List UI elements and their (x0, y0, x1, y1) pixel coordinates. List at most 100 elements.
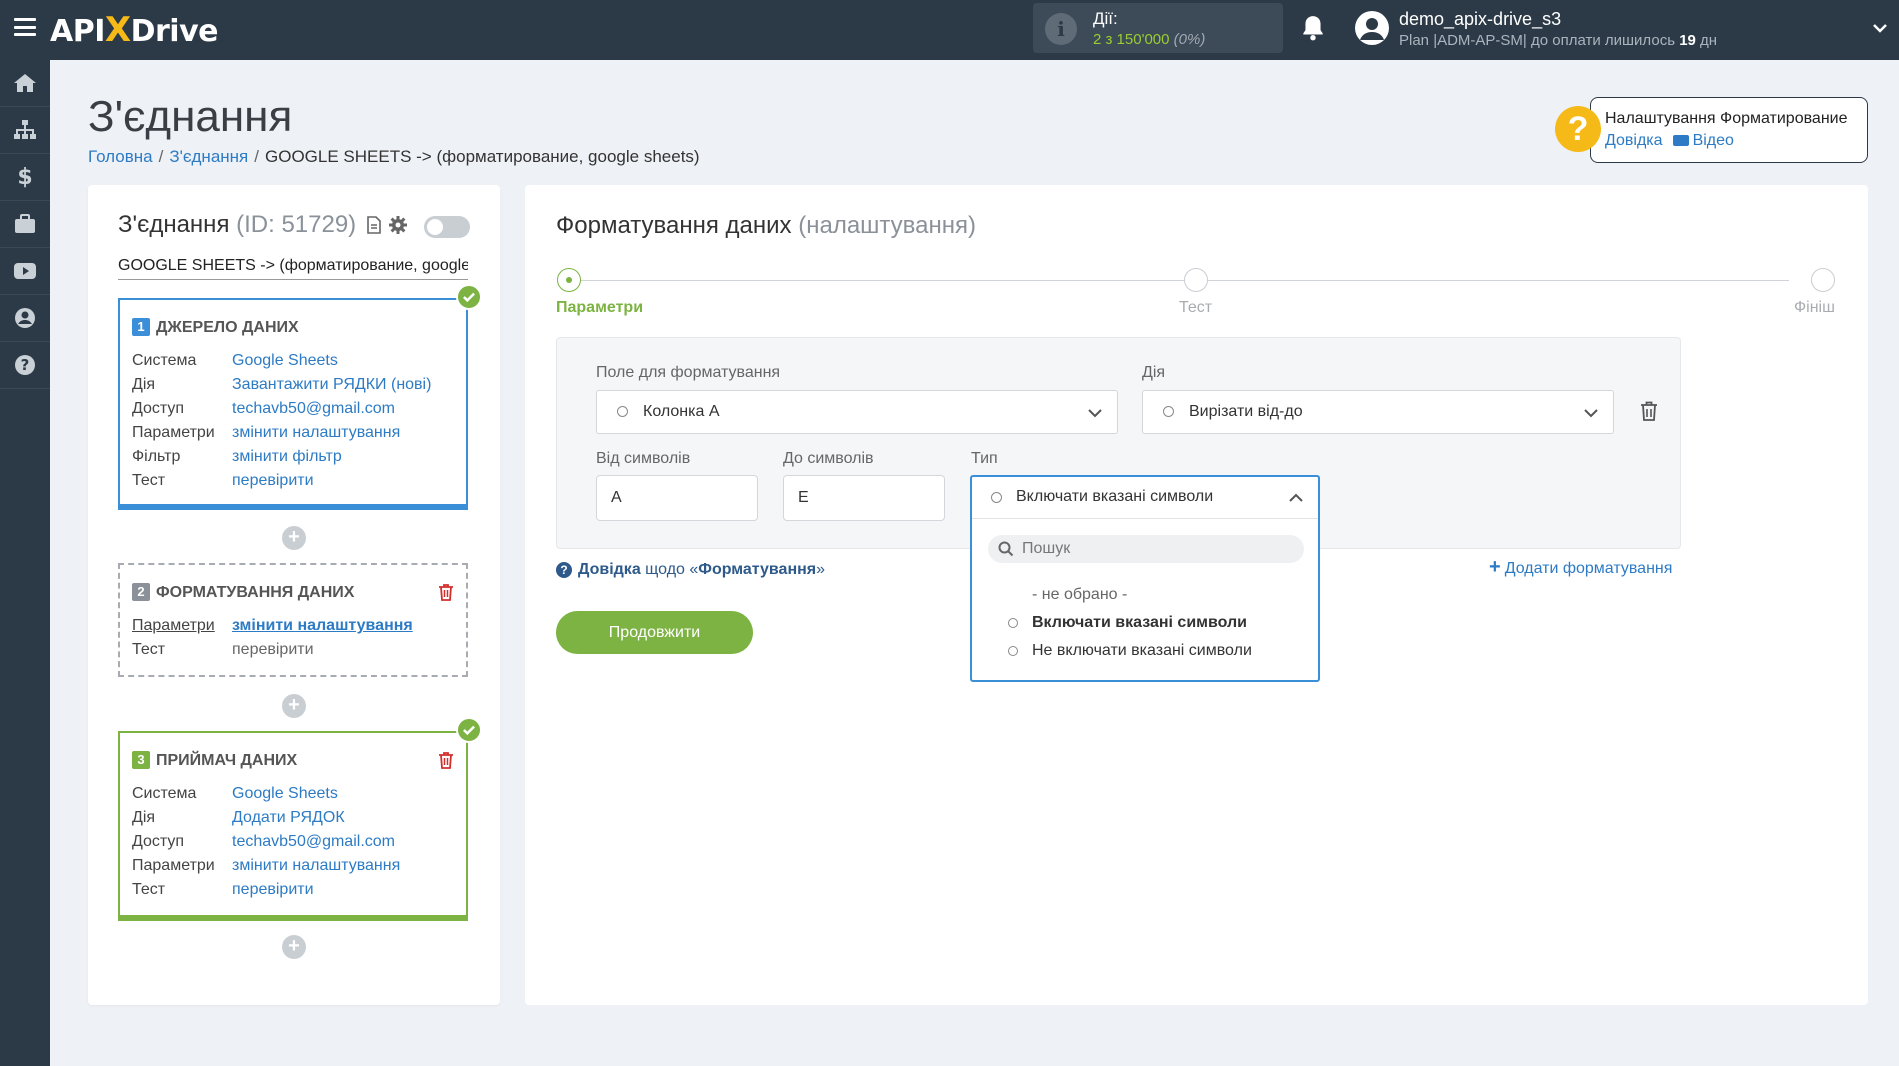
step-params-dot[interactable] (557, 268, 581, 292)
add-step-button[interactable]: + (282, 694, 306, 718)
from-input[interactable]: A (596, 475, 758, 521)
field-label: Поле для форматування (596, 364, 781, 381)
info-icon: i (1045, 13, 1077, 45)
home-icon (14, 74, 36, 92)
actions-count: 2 з 150'000 (0%) (1093, 31, 1206, 48)
sidebar-item-account[interactable] (0, 295, 50, 342)
page-title: З'єднання (88, 92, 293, 141)
breadcrumb-current: GOOGLE SHEETS -> (форматирование, google… (265, 147, 700, 166)
video-link[interactable]: Відео (1693, 132, 1734, 149)
list-item: Дія Додати РЯДОК (132, 809, 345, 826)
progress-line (569, 280, 1789, 281)
add-formatting-button[interactable]: + Додати форматування (1489, 556, 1672, 579)
question-icon: ? (556, 562, 572, 578)
list-item: Параметри змінити налаштування (132, 424, 401, 441)
source-header: 1 ДЖЕРЕЛО ДАНИХ (132, 318, 299, 337)
receiver-block: 3 ПРИЙМАЧ ДАНИХ Система Google Sheets Дія Д… (118, 731, 468, 921)
connection-toggle[interactable] (424, 216, 470, 238)
list-item: Параметри змінити налаштування (132, 617, 413, 634)
type-select[interactable]: Включати вказані символи (972, 477, 1318, 519)
trash-icon[interactable] (1640, 401, 1658, 422)
action-label: Дія (1142, 364, 1166, 381)
help-link[interactable]: Довідка (1605, 132, 1663, 149)
connection-subtitle[interactable]: GOOGLE SHEETS -> (форматирование, google… (118, 257, 468, 280)
video-icon (1672, 135, 1689, 146)
step-params-label[interactable]: Параметри (556, 299, 643, 317)
bell-icon[interactable] (1300, 14, 1326, 42)
type-label: Тип (971, 450, 998, 467)
list-item: Система Google Sheets (132, 785, 338, 802)
radio-icon (1008, 618, 1018, 628)
sidebar: $ ? (0, 60, 50, 1066)
trash-icon[interactable] (438, 583, 454, 601)
user-name[interactable]: demo_apix-drive_s3 (1399, 9, 1561, 30)
actions-label: Дії: (1093, 9, 1118, 28)
add-step-button[interactable]: + (282, 526, 306, 550)
radio-icon (1163, 406, 1174, 417)
step-finish-dot[interactable] (1811, 268, 1835, 292)
dropdown-option[interactable]: Не включати вказані символи (1008, 642, 1252, 660)
to-input[interactable]: E (783, 475, 945, 521)
plus-icon: + (1489, 556, 1501, 578)
help-title: Налаштування Форматирование (1605, 110, 1848, 127)
formatting-settings-card: Форматування даних (налаштування) Параме… (525, 185, 1868, 1005)
trash-icon[interactable] (438, 751, 454, 769)
dropdown-option[interactable]: - не обрано - (1032, 586, 1127, 604)
radio-icon (617, 406, 628, 417)
list-item: Параметри змінити налаштування (132, 857, 401, 874)
add-step-button[interactable]: + (282, 935, 306, 959)
list-item: Система Google Sheets (132, 352, 338, 369)
sidebar-item-video[interactable] (0, 248, 50, 295)
logo[interactable]: APIXDrive (50, 10, 218, 50)
help-box: Налаштування Форматирование Довідка Відео (1590, 97, 1868, 163)
section-title: Форматування даних (налаштування) (556, 212, 977, 239)
help-question-icon[interactable]: ? (1555, 106, 1601, 152)
formatting-block: 2 ФОРМАТУВАННЯ ДАНИХ Параметри змінити нал… (118, 563, 468, 677)
svg-text:$: $ (17, 165, 32, 189)
breadcrumb-connections[interactable]: З'єднання (169, 147, 248, 166)
connection-card: З'єднання (ID: 51729) GOOGLE SHEETS -> (… (88, 185, 500, 1005)
user-circle-icon (15, 308, 35, 328)
document-icon[interactable] (367, 216, 381, 234)
continue-button[interactable]: Продовжити (556, 611, 753, 654)
type-dropdown: Включати вказані символи Пошук - не обра… (970, 475, 1320, 682)
list-item: Дія Завантажити РЯДКИ (нові) (132, 376, 432, 393)
field-select[interactable]: Колонка A (596, 390, 1118, 434)
dropdown-option[interactable]: Включати вказані символи (1008, 614, 1247, 632)
check-icon (456, 284, 482, 310)
source-block: 1 ДЖЕРЕЛО ДАНИХ Система Google Sheets Дія З… (118, 298, 468, 510)
chevron-down-icon[interactable] (1872, 20, 1888, 36)
breadcrumb-home[interactable]: Головна (88, 147, 153, 166)
step-finish-label[interactable]: Фініш (1794, 299, 1835, 317)
sidebar-item-billing[interactable]: $ (0, 154, 50, 201)
gear-icon[interactable] (388, 215, 408, 235)
dropdown-search[interactable]: Пошук (988, 535, 1304, 563)
avatar[interactable] (1355, 11, 1389, 45)
chevron-down-icon (1584, 409, 1598, 418)
action-select[interactable]: Вирізати від-до (1142, 390, 1614, 434)
radio-icon (1008, 646, 1018, 656)
search-icon (998, 541, 1014, 557)
chevron-up-icon (1289, 493, 1303, 502)
question-icon: ? (15, 355, 35, 375)
formatting-help-link[interactable]: ? Довідка щодо «Форматування» (556, 561, 825, 579)
list-item: Доступ techavb50@gmail.com (132, 833, 395, 850)
actions-counter: i Дії: 2 з 150'000 (0%) (1033, 3, 1283, 53)
svg-text:?: ? (21, 356, 30, 374)
user-plan: Plan |ADM-AP-SM| до оплати лишилось 19 д… (1399, 32, 1718, 49)
check-icon (456, 717, 482, 743)
briefcase-icon (15, 214, 35, 233)
youtube-icon (14, 263, 36, 279)
sitemap-icon (14, 120, 36, 139)
from-label: Від символів (596, 450, 691, 467)
sidebar-item-home[interactable] (0, 60, 50, 107)
formatting-header: 2 ФОРМАТУВАННЯ ДАНИХ (132, 583, 354, 602)
step-test-dot[interactable] (1184, 268, 1208, 292)
menu-icon[interactable] (14, 18, 36, 36)
sidebar-item-jobs[interactable] (0, 201, 50, 248)
sidebar-item-help[interactable]: ? (0, 342, 50, 389)
step-test-label[interactable]: Тест (1179, 299, 1212, 317)
list-item: Доступ techavb50@gmail.com (132, 400, 395, 417)
radio-icon (991, 492, 1002, 503)
sidebar-item-connections[interactable] (0, 107, 50, 154)
